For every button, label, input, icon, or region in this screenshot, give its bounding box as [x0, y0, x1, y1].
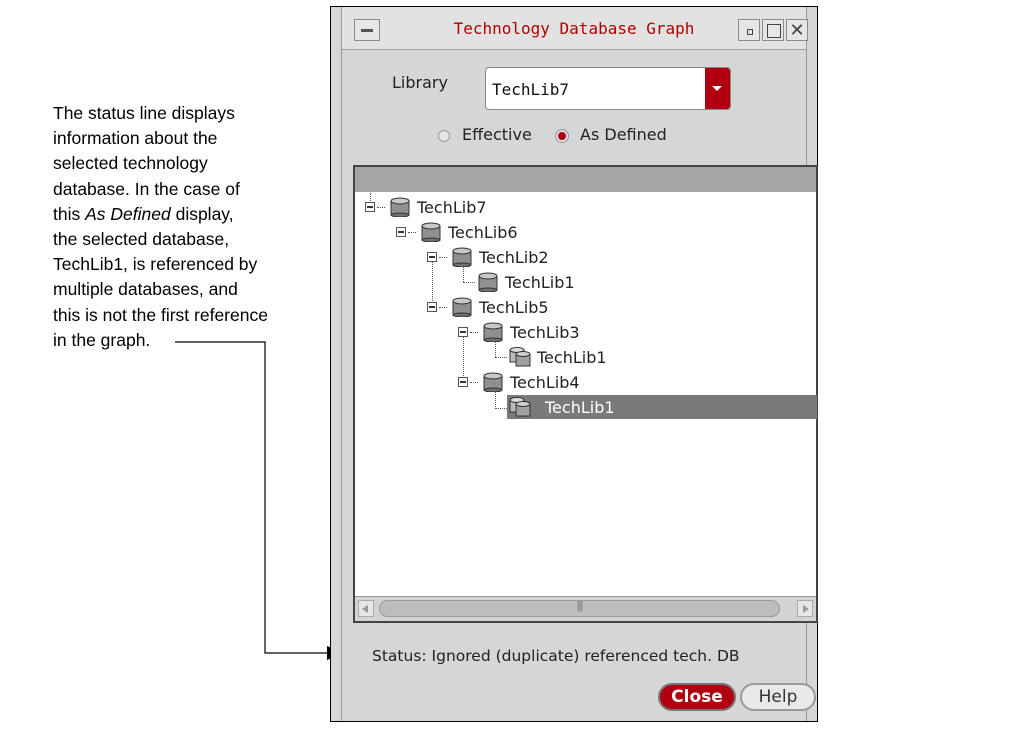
tree-node-label: TechLib1 — [537, 347, 607, 367]
collapse-icon[interactable] — [427, 302, 437, 312]
collapse-icon[interactable] — [365, 202, 375, 212]
tree-node-label: TechLib1 — [537, 395, 623, 419]
database-icon — [452, 297, 472, 317]
tree-node-label: TechLib3 — [510, 322, 580, 342]
dropdown-arrow-icon[interactable] — [705, 68, 730, 109]
window-body: Technology Database Graph ✕ Library Tech… — [341, 7, 818, 721]
tree-node-label: TechLib2 — [479, 247, 549, 267]
database-reference-icon — [509, 347, 531, 367]
tree-node-label: TechLib4 — [510, 372, 580, 392]
collapse-icon[interactable] — [427, 252, 437, 262]
library-value: TechLib7 — [492, 80, 570, 99]
tree-node-label: TechLib7 — [417, 197, 487, 217]
library-select[interactable]: TechLib7 — [485, 67, 731, 110]
scroll-right-icon[interactable] — [797, 600, 813, 617]
database-icon — [421, 222, 441, 242]
tech-db-graph-window: Technology Database Graph ✕ Library Tech… — [330, 6, 818, 722]
tree-node-techlib1-ref[interactable]: TechLib1 — [507, 345, 607, 369]
status-line: Status: Ignored (duplicate) referenced t… — [372, 647, 740, 665]
tree-node-techlib4[interactable]: TechLib4 — [458, 370, 580, 394]
close-window-button[interactable]: ✕ — [786, 19, 808, 41]
database-icon — [483, 372, 503, 392]
tree-connector — [439, 256, 447, 258]
tree-connector — [439, 306, 447, 308]
tree-node-techlib6[interactable]: TechLib6 — [396, 220, 518, 244]
tree-connector — [470, 331, 478, 333]
scroll-left-icon[interactable] — [358, 600, 374, 617]
database-icon — [483, 322, 503, 342]
radio-as-defined[interactable]: As Defined — [556, 125, 667, 144]
radio-effective-label: Effective — [462, 125, 532, 144]
tree-connector — [408, 231, 416, 233]
tree-node-label: TechLib6 — [448, 222, 518, 242]
radio-effective[interactable]: Effective — [438, 125, 532, 144]
tree-view[interactable]: TechLib7 TechLib6 TechLib2 TechLib1 Tech… — [353, 165, 818, 623]
radio-as-defined-label: As Defined — [580, 125, 667, 144]
database-icon — [478, 272, 498, 292]
collapse-icon[interactable] — [396, 227, 406, 237]
radio-unselected-icon[interactable] — [438, 129, 450, 142]
title-bar[interactable]: Technology Database Graph ✕ — [342, 7, 808, 50]
tree-node-techlib1-selected[interactable]: TechLib1 — [507, 395, 817, 419]
tree-connector — [377, 206, 385, 208]
horizontal-scrollbar[interactable] — [355, 596, 816, 621]
tree-node-label: TechLib5 — [479, 297, 549, 317]
collapse-icon[interactable] — [458, 377, 468, 387]
tree-connector — [495, 408, 507, 409]
tree-connector — [463, 282, 475, 283]
tree-node-techlib5[interactable]: TechLib5 — [427, 295, 549, 319]
collapse-icon[interactable] — [458, 327, 468, 337]
tree-connector — [470, 381, 478, 383]
tree-node-techlib2[interactable]: TechLib2 — [427, 245, 549, 269]
database-icon — [390, 197, 410, 217]
database-icon — [452, 247, 472, 267]
tree-header — [355, 167, 816, 192]
tree-connector — [495, 357, 507, 358]
tree-node-techlib7[interactable]: TechLib7 — [365, 195, 487, 219]
help-button[interactable]: Help — [740, 683, 816, 711]
maximize-button[interactable] — [762, 19, 784, 41]
database-reference-icon — [509, 397, 531, 417]
tree-node-techlib3[interactable]: TechLib3 — [458, 320, 580, 344]
close-button[interactable]: Close — [658, 683, 736, 711]
radio-selected-icon[interactable] — [556, 129, 568, 142]
scrollbar-thumb[interactable] — [379, 600, 780, 617]
tree-node-label: TechLib1 — [505, 272, 575, 292]
minimize-button[interactable] — [738, 19, 760, 41]
window-title: Technology Database Graph — [453, 19, 695, 38]
library-label: Library — [392, 73, 448, 92]
tree-node-techlib1[interactable]: TechLib1 — [475, 270, 575, 294]
